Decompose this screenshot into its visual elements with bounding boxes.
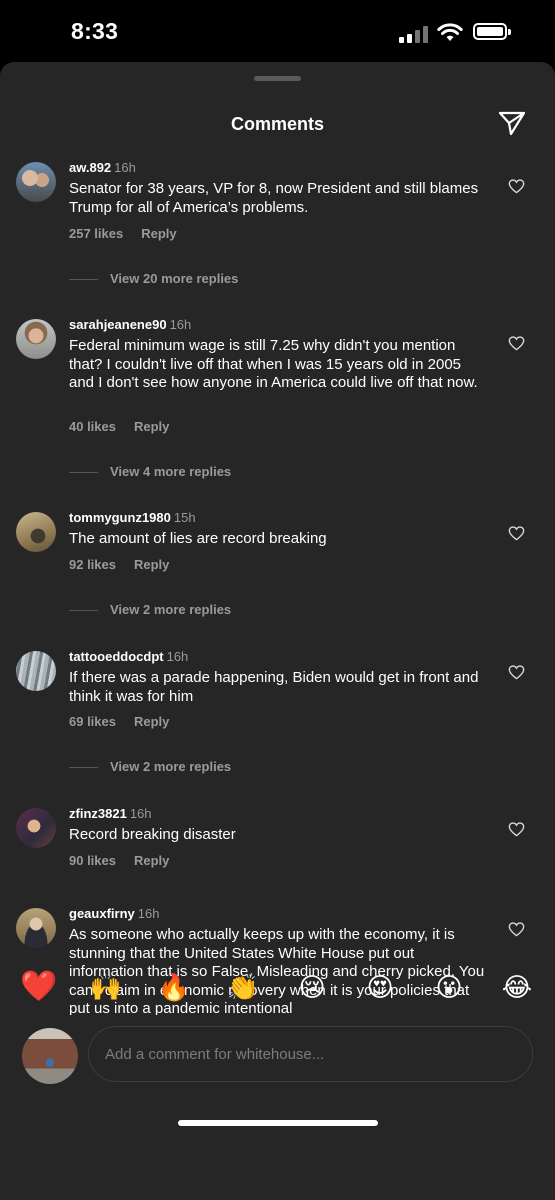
comment-username[interactable]: tommygunz1980: [69, 510, 171, 525]
view-more-replies[interactable]: View 2 more replies: [69, 602, 231, 617]
heart-icon[interactable]: [508, 336, 525, 351]
avatar[interactable]: [16, 512, 56, 552]
reply-button[interactable]: Reply: [141, 226, 176, 241]
surprised-emoji-button[interactable]: 😮: [432, 970, 466, 1004]
crying-emoji-button[interactable]: 😢: [295, 970, 329, 1004]
avatar[interactable]: [16, 319, 56, 359]
likes-count[interactable]: 90 likes: [69, 853, 116, 868]
comment-time: 16h: [169, 317, 192, 332]
view-more-replies[interactable]: View 4 more replies: [69, 464, 231, 479]
reply-button[interactable]: Reply: [134, 853, 169, 868]
avatar[interactable]: [16, 162, 56, 202]
reply-button[interactable]: Reply: [134, 419, 169, 434]
home-indicator[interactable]: [178, 1120, 378, 1126]
comment-username[interactable]: sarahjeanene90: [69, 317, 167, 332]
wifi-icon: [437, 23, 463, 41]
comment-time: 16h: [166, 649, 189, 664]
comment-username[interactable]: geauxfirny: [69, 906, 135, 921]
view-more-replies[interactable]: View 2 more replies: [69, 759, 231, 774]
comment-username[interactable]: aw.892: [69, 160, 111, 175]
comment-time: 15h: [173, 510, 196, 525]
status-bar: 8:33: [0, 0, 555, 62]
raised-hands-emoji-button[interactable]: 🙌: [89, 970, 123, 1004]
view-more-replies[interactable]: View 20 more replies: [69, 271, 238, 286]
heart-emoji-button[interactable]: ❤️: [20, 970, 57, 1004]
reply-button[interactable]: Reply: [134, 714, 169, 729]
comment-time: 16h: [114, 160, 136, 175]
drag-handle[interactable]: [254, 76, 301, 81]
likes-count[interactable]: 40 likes: [69, 419, 116, 434]
cellular-signal-icon: [399, 25, 429, 43]
clapping-emoji-button[interactable]: 👏: [226, 970, 260, 1004]
avatar[interactable]: [16, 651, 56, 691]
fire-emoji-button[interactable]: 🔥: [157, 970, 191, 1004]
comment-list[interactable]: aw.892 16h Senator for 38 years, VP for 8…: [0, 160, 555, 1015]
comment-time: 16h: [129, 806, 152, 821]
comment-composer: [0, 1026, 555, 1086]
likes-count[interactable]: 92 likes: [69, 557, 116, 572]
likes-count[interactable]: 257 likes: [69, 226, 123, 241]
avatar[interactable]: [16, 908, 56, 948]
heart-icon[interactable]: [508, 822, 525, 837]
reaction-bar: ❤️ 🙌 🔥 👏 😢 😍 😮 😂: [0, 970, 555, 1006]
comment-text: Record breaking disaster: [69, 826, 236, 843]
heart-icon[interactable]: [508, 179, 525, 194]
laughing-emoji-button[interactable]: 😂: [500, 970, 534, 1004]
avatar: [22, 1028, 78, 1084]
comment-text: If there was a parade happening, Biden w…: [69, 669, 479, 705]
reply-button[interactable]: Reply: [134, 557, 169, 572]
battery-icon: [473, 23, 511, 40]
comment-username[interactable]: tattooeddocdpt: [69, 649, 164, 664]
comment-text: The amount of lies are record breaking: [69, 530, 327, 547]
avatar[interactable]: [16, 808, 56, 848]
comment-input[interactable]: [88, 1026, 533, 1082]
comment-text: Federal minimum wage is still 7.25 why d…: [69, 337, 478, 391]
comment-text: Senator for 38 years, VP for 8, now Pres…: [69, 180, 479, 216]
heart-icon[interactable]: [508, 526, 525, 541]
comment-username[interactable]: zfinz3821: [69, 806, 127, 821]
page-title: Comments: [230, 114, 324, 134]
status-time: 8:33: [71, 18, 119, 44]
heart-icon[interactable]: [508, 922, 525, 937]
heart-eyes-emoji-button[interactable]: 😍: [363, 970, 397, 1004]
heart-icon[interactable]: [508, 665, 525, 680]
likes-count[interactable]: 69 likes: [69, 714, 116, 729]
comment-time: 16h: [137, 906, 160, 921]
share-icon[interactable]: [498, 110, 526, 136]
